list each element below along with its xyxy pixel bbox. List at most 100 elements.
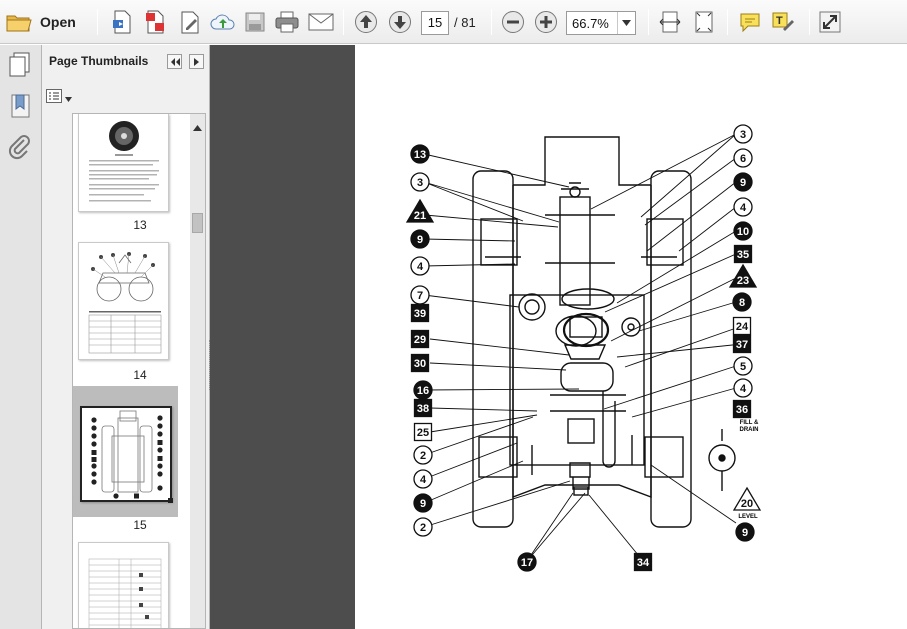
next-page-button[interactable] [386,8,414,36]
fill-drain-plug [708,429,736,491]
callout-square-dark: 36 [732,399,752,419]
callout-square-dark: 30 [410,353,430,373]
minus-circle-icon [501,10,525,34]
zoom-in-button[interactable] [532,8,560,36]
previous-page-button[interactable] [352,8,380,36]
comment-button[interactable] [736,8,764,36]
bookmarks-nav-button[interactable] [10,93,32,124]
convert-pdf-button[interactable] [141,8,169,36]
chevron-right-icon [193,53,200,71]
speech-bubble-icon [738,11,762,33]
open-button[interactable]: Open [6,8,82,36]
callout-circle-light: 4 [413,469,433,489]
panel-menu-button[interactable] [189,54,204,69]
callout-square-dark: 39 [410,303,430,323]
zoom-out-button[interactable] [499,8,527,36]
page-number-input[interactable]: 15 [421,11,449,35]
paperclip-icon [8,135,32,165]
lubrication-diagram: 1333692149104352373982429 3730 516 438 36252… [405,124,762,572]
callout-number: 39 [414,308,426,320]
pdf-convert-icon [144,10,166,34]
plus-circle-icon [534,10,558,34]
panel-title: Page Thumbnails [49,54,149,68]
callout-number: 35 [737,249,749,261]
callout-triangle-dark: 23 [728,263,758,288]
save-button[interactable] [241,8,269,36]
callout-square-dark: 34 [633,552,653,572]
create-pdf-button[interactable] [108,8,136,36]
pages-icon [8,52,32,81]
level-note: LEVEL [738,514,758,520]
callout-square-dark: 37 [732,334,752,354]
callout-number: 4 [417,261,424,273]
bookmark-icon [10,94,32,123]
document-page: 13 3 3 6 9 21 4 9 10 4 35 23 7 39 8 24 29 37 30 5 16 4 38 36 25 2… [355,45,907,629]
fit-width-button[interactable] [656,8,684,36]
callout-number: 24 [736,321,749,333]
printer-icon [274,11,300,33]
page-thumbnails-nav-button[interactable] [8,51,32,82]
callout-circle-dark: 8 [732,292,752,312]
callout-circle-light: 4 [733,378,753,398]
callout-number: 4 [420,474,427,486]
scrollbar-thumb[interactable] [192,213,203,233]
fit-page-icon [693,10,715,34]
callout-number: 10 [737,226,749,238]
svg-text:T: T [776,15,783,27]
upload-button[interactable] [209,8,237,36]
thumbnail-page[interactable] [78,542,169,628]
expand-arrows-icon [819,11,841,33]
callout-circle-light: 2 [413,517,433,537]
open-label: Open [40,14,76,30]
callout-number: 36 [736,404,748,416]
fill-drain-note-line1: FILL & [740,420,759,426]
attachments-nav-button[interactable] [8,135,32,166]
callout-number: 17 [521,557,533,569]
callout-circle-dark: 9 [410,229,430,249]
email-button[interactable] [306,8,336,36]
callout-circle-dark: 13 [410,144,430,164]
save-disk-icon [245,12,265,32]
callout-number: 9 [742,527,748,539]
print-button[interactable] [272,8,302,36]
callout-square-dark: 29 [410,329,430,349]
thumbnail-view-handle[interactable] [168,498,173,503]
callout-number: 2 [420,450,426,462]
callout-number: 16 [417,385,429,397]
callout-circle-light: 3 [733,124,753,144]
thumbnail-options-button[interactable] [46,88,74,107]
thumbnail-page[interactable] [78,242,169,360]
callout-number: 8 [739,297,745,309]
callout-number: 30 [414,358,426,370]
thumbnail-list[interactable]: 13 14 15 [72,113,206,629]
fit-page-button[interactable] [690,8,718,36]
toolbar-separator [727,9,728,35]
callout-circle-light: 3 [410,172,430,192]
thumbnail-page[interactable] [78,114,169,212]
callout-number: 9 [420,498,426,510]
thumbnail-page-selected[interactable] [80,406,172,502]
fit-width-icon [659,10,681,34]
callout-number: 4 [740,202,747,214]
chevron-down-icon[interactable] [617,12,635,34]
highlight-text-button[interactable]: T [770,8,798,36]
arrow-up-circle-icon [354,10,378,34]
cloud-upload-icon [210,11,236,33]
toolbar-separator [491,9,492,35]
callout-number: 20 [741,498,753,510]
callout-circle-dark: 9 [735,522,755,542]
folder-icon [6,11,32,33]
text-highlight-icon: T [772,11,796,33]
fullscreen-button[interactable] [816,8,844,36]
create-pdf-icon [111,10,133,34]
callout-number: 38 [417,403,429,415]
thumbnail-preview [88,252,162,354]
collapse-panel-button[interactable] [167,54,182,69]
callout-square-dark: 35 [733,244,753,264]
edit-pencil-icon [179,10,201,34]
edit-pdf-button[interactable] [176,8,204,36]
thumbnail-scrollbar[interactable] [190,114,205,628]
zoom-level-select[interactable]: 66.7% [566,11,636,35]
chevron-up-icon[interactable] [193,118,202,136]
callout-number: 9 [740,177,746,189]
